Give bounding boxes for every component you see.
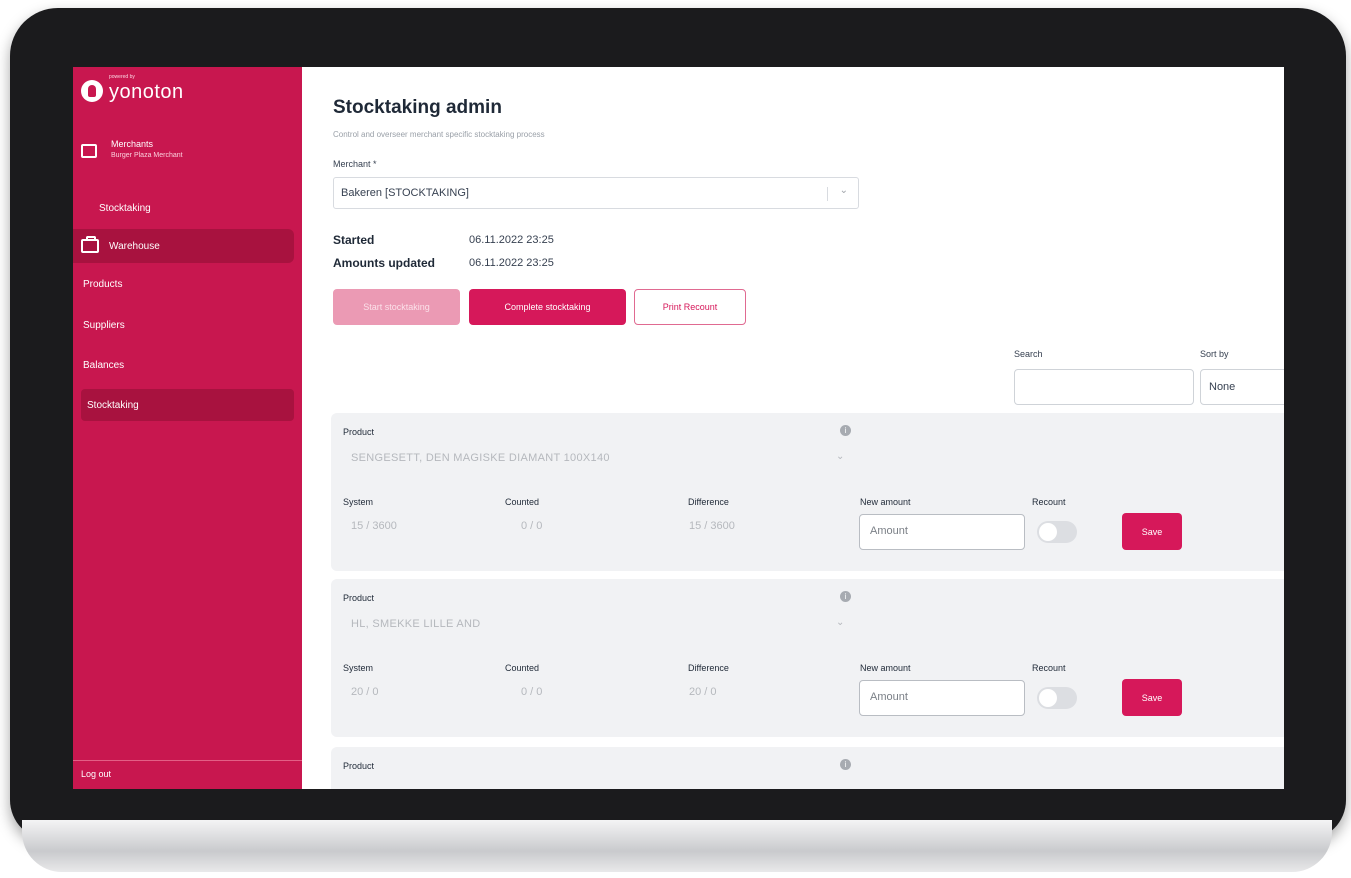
screen: powered by yonoton Merchants Burger Plaz… — [73, 67, 1284, 789]
sidebar-divider — [73, 760, 302, 761]
tablet-base — [22, 820, 1332, 872]
counted-label: Counted — [505, 497, 540, 507]
sidebar-item-balances[interactable]: Balances — [83, 360, 124, 371]
merchants-title: Merchants — [111, 139, 154, 149]
info-icon[interactable]: i — [840, 591, 851, 602]
started-value: 06.11.2022 23:25 — [469, 234, 554, 246]
amount-placeholder: Amount — [870, 525, 908, 537]
store-icon — [81, 144, 97, 158]
new-amount-input[interactable]: Amount — [859, 514, 1025, 550]
difference-value: 20 / 0 — [689, 686, 717, 698]
recount-toggle[interactable] — [1037, 521, 1077, 543]
yonoton-logo-icon — [81, 79, 103, 102]
sort-by-value: None — [1209, 381, 1236, 393]
chevron-down-icon: ⌄ — [836, 617, 845, 628]
product-label: Product — [343, 761, 375, 771]
counted-value: 0 / 0 — [521, 520, 543, 532]
sidebar-item-merchant-stocktaking[interactable]: Stocktaking — [99, 203, 151, 214]
chevron-down-icon: ⌄ — [836, 451, 845, 462]
page-title: Stocktaking admin — [333, 97, 502, 118]
recount-toggle[interactable] — [1037, 687, 1077, 709]
start-stocktaking-button[interactable]: Start stocktaking — [333, 289, 460, 325]
briefcase-icon — [81, 236, 99, 253]
powered-by-label: powered by — [109, 74, 135, 80]
current-merchant-name: Burger Plaza Merchant — [111, 152, 183, 159]
select-separator — [827, 187, 828, 201]
search-label: Search — [1014, 349, 1043, 359]
sidebar-item-warehouse[interactable]: Warehouse — [73, 229, 294, 263]
sort-by-label: Sort by — [1200, 349, 1229, 359]
system-value: 20 / 0 — [351, 686, 379, 698]
print-recount-button[interactable]: Print Recount — [634, 289, 746, 325]
difference-value: 15 / 3600 — [689, 520, 735, 532]
stock-item-card: Product i HL, SMEKKE LILLE AND ⌄ System … — [331, 579, 1284, 737]
sidebar-item-label: Stocktaking — [87, 399, 139, 411]
recount-label: Recount — [1032, 663, 1066, 673]
difference-label: Difference — [688, 663, 729, 673]
stock-item-card: Product i SENGESETT, DEN MAGISKE DIAMANT… — [331, 413, 1284, 571]
sidebar-item-label: Warehouse — [109, 240, 160, 252]
recount-label: Recount — [1032, 497, 1066, 507]
product-label: Product — [343, 427, 375, 437]
merchant-label: Merchant * — [333, 159, 377, 169]
counted-value: 0 / 0 — [521, 686, 543, 698]
complete-stocktaking-button[interactable]: Complete stocktaking — [469, 289, 626, 325]
product-select[interactable]: HL, SMEKKE LILLE AND — [351, 618, 481, 630]
info-icon[interactable]: i — [840, 425, 851, 436]
difference-label: Difference — [688, 497, 729, 507]
merchant-select[interactable]: Bakeren [STOCKTAKING] ⌄ — [333, 177, 859, 209]
merchant-switcher[interactable]: Merchants Burger Plaza Merchant — [81, 139, 183, 159]
product-label: Product — [343, 593, 375, 603]
sort-by-select[interactable]: None — [1200, 369, 1284, 405]
info-icon[interactable]: i — [840, 759, 851, 770]
sidebar: powered by yonoton Merchants Burger Plaz… — [73, 67, 302, 789]
main-content: Stocktaking admin Control and overseer m… — [302, 67, 1284, 789]
counted-label: Counted — [505, 663, 540, 673]
save-button[interactable]: Save — [1122, 679, 1182, 716]
search-input[interactable] — [1014, 369, 1194, 405]
amount-placeholder: Amount — [870, 691, 908, 703]
system-label: System — [343, 663, 374, 673]
amounts-updated-value: 06.11.2022 23:25 — [469, 257, 554, 269]
logout-link[interactable]: Log out — [81, 769, 111, 779]
product-select[interactable]: SENGESETT, DEN MAGISKE DIAMANT 100X140 — [351, 452, 610, 464]
merchant-select-value: Bakeren [STOCKTAKING] — [341, 187, 469, 199]
chevron-down-icon: ⌄ — [839, 185, 848, 196]
stock-item-card: Product i — [331, 747, 1284, 789]
save-button[interactable]: Save — [1122, 513, 1182, 550]
page-subtitle: Control and overseer merchant specific s… — [333, 130, 545, 139]
sidebar-item-suppliers[interactable]: Suppliers — [83, 320, 125, 331]
system-label: System — [343, 497, 374, 507]
brand-name: yonoton — [109, 81, 184, 103]
new-amount-label: New amount — [860, 663, 911, 673]
amounts-updated-label: Amounts updated — [333, 256, 435, 270]
new-amount-label: New amount — [860, 497, 911, 507]
system-value: 15 / 3600 — [351, 520, 397, 532]
sidebar-item-stocktaking[interactable]: Stocktaking — [81, 389, 294, 421]
new-amount-input[interactable]: Amount — [859, 680, 1025, 716]
brand-logo: powered by yonoton — [81, 74, 184, 104]
started-label: Started — [333, 233, 375, 247]
sidebar-item-products[interactable]: Products — [83, 279, 122, 290]
